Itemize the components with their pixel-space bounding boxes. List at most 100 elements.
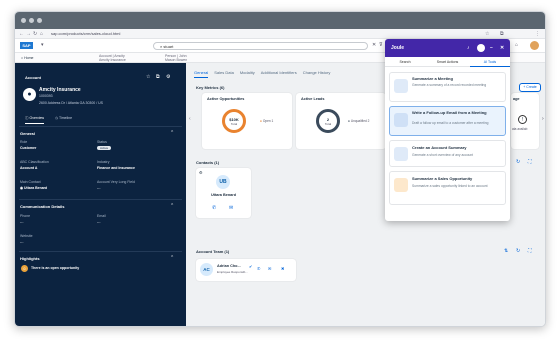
info-icon: ! [518, 115, 527, 124]
back-icon[interactable]: ← [19, 31, 24, 37]
active-opportunities-card[interactable]: Active Opportunities $10K Total ● Open 1 [202, 93, 292, 149]
browser-window: ← → ↻ ⌂ sap.com/products/crm/sales-cloud… [14, 11, 546, 327]
tab-overview[interactable]: ⓘ Overview [25, 116, 45, 124]
forward-icon[interactable]: → [26, 31, 31, 37]
scroll-right-icon[interactable]: › [542, 116, 544, 122]
collapse-communication-icon[interactable]: ⌃ [170, 203, 174, 209]
highlight-item[interactable]: There is an open opportunity [31, 266, 79, 270]
ai-tool-title: Write a Follow-up Email from a Meeting [412, 110, 487, 115]
account-address[interactable]: 2600 Address Dr / Atlanta GA 30300 / US [39, 101, 103, 105]
phone-value: --- [20, 220, 24, 224]
main-contact-label: Main Contact [20, 180, 41, 184]
ai-tool-card[interactable]: Summarize a Sales Opportunity Summarize … [389, 171, 506, 205]
menu-icon[interactable]: ⋮ [535, 31, 540, 37]
ai-tool-card[interactable]: Summarize a Meeting Generate a summary o… [389, 72, 506, 102]
long-field-label: Account Very Long Field [97, 180, 135, 184]
partial-card-title: age [513, 97, 520, 101]
create-button[interactable]: + Create [519, 83, 541, 92]
menu-grid-icon[interactable]: ▾ [41, 42, 44, 48]
account-avatar: ● [23, 88, 36, 101]
joule-avatar[interactable] [477, 44, 485, 52]
tab-change-history[interactable]: Change History [303, 70, 331, 77]
maximize-dot[interactable] [37, 18, 42, 23]
minimize-icon[interactable]: − [490, 45, 493, 51]
bookmark-icon[interactable]: ☆ [485, 31, 489, 37]
phone-icon[interactable]: ✆ [257, 266, 260, 272]
notifications-icon[interactable]: ⌂ [515, 42, 518, 48]
joule-tab-ai-tools[interactable]: AI Tools [470, 60, 510, 67]
minimize-dot[interactable] [29, 18, 34, 23]
meeting-summary-icon [394, 79, 408, 93]
opportunity-summary-icon [394, 178, 408, 192]
email-draft-icon [394, 113, 408, 127]
general-section-title: General [20, 131, 35, 136]
home-icon[interactable]: ⌂ [40, 31, 43, 37]
opp-card-title: Active Opportunities [207, 97, 245, 101]
close-icon[interactable]: ✕ [500, 45, 504, 51]
collapse-general-icon[interactable]: ⌃ [170, 130, 174, 136]
joule-tab-search[interactable]: Search [385, 60, 425, 64]
scroll-left-icon[interactable]: ‹ [189, 116, 191, 122]
phone-icon[interactable]: ✆ [212, 205, 216, 211]
joule-tab-smart-actions[interactable]: Smart Actions [425, 60, 470, 64]
tab-sales-data[interactable]: Sales Data [214, 70, 234, 77]
expand-team-icon[interactable]: ⛶ [528, 248, 532, 254]
favorite-icon[interactable]: ☆ [146, 74, 150, 80]
contact-card[interactable]: ⚙ UB Uttara Benard ✆ ✉ [196, 168, 251, 218]
tab-person[interactable]: Person | John Mason Bowen [165, 54, 187, 62]
bell-icon[interactable]: ♪ [467, 45, 470, 51]
joule-tabs: Search Smart Actions AI Tools [385, 57, 510, 67]
global-search-input[interactable]: ⌕ stuart [153, 42, 368, 50]
collapse-highlights-icon[interactable]: ⌃ [170, 255, 174, 261]
highlights-section-title: Highlights [20, 256, 40, 261]
refresh-contacts-icon[interactable]: ↻ [516, 159, 520, 165]
user-avatar[interactable] [530, 41, 539, 50]
team-member-card[interactable]: AC Adrian Cho... Employee Responsib... ✔… [196, 259, 296, 281]
team-member-role: Employee Responsib... [217, 270, 248, 274]
leads-donut: 2 Total [316, 109, 340, 133]
tab-modality[interactable]: Modality [240, 70, 255, 77]
opp-sub: Total [230, 122, 238, 126]
contact-star-icon[interactable]: ⚙ [199, 170, 203, 176]
main-contact-value[interactable]: ◉ Uttara Benard [20, 186, 47, 190]
tab-additional-identifiers[interactable]: Additional Identifiers [261, 70, 297, 77]
tab-timeline[interactable]: ◷ Timeline [55, 116, 72, 120]
status-badge: Active [97, 146, 112, 150]
refresh-team-icon[interactable]: ↻ [516, 248, 520, 254]
remove-icon[interactable]: ✖ [281, 266, 284, 272]
active-leads-card[interactable]: Active Leads 2 Total ● Unqualified 2 [296, 93, 386, 149]
mail-icon[interactable]: ✉ [229, 205, 233, 211]
opp-legend-text: Open 1 [262, 119, 274, 123]
tab-account[interactable]: Account | Amcity Amcity Insurance [99, 54, 126, 62]
add-team-icon[interactable]: ⇅ [504, 248, 508, 254]
industry-value: Finance and Insurance [97, 166, 135, 170]
ai-tool-card[interactable]: Write a Follow-up Email from a Meeting D… [389, 106, 506, 136]
settings-icon[interactable]: ⚙ [166, 74, 170, 80]
no-data-text: ata availab [512, 127, 528, 131]
data-card-partial[interactable]: age ! ata availab [511, 93, 539, 149]
mail-icon[interactable]: ✉ [268, 266, 271, 272]
contact-avatar: UB [216, 175, 230, 189]
joule-panel: Joule ♪ − ✕ Search Smart Actions AI Tool… [385, 39, 510, 221]
abc-label: ABC Classification [20, 160, 49, 164]
filter-icon[interactable]: ⊽ [379, 42, 383, 48]
reload-icon[interactable]: ↻ [33, 31, 37, 37]
account-name: Amcity Insurance [39, 87, 81, 93]
role-label: Role [20, 140, 28, 144]
tab-general[interactable]: General [194, 70, 209, 78]
ai-tool-title: Summarize a Meeting [412, 76, 453, 81]
open-icon[interactable]: ⧉ [156, 74, 160, 80]
divider [19, 251, 182, 252]
tab-account-name: Amcity Insurance [99, 58, 126, 62]
expand-contacts-icon[interactable]: ⛶ [528, 159, 532, 165]
sap-logo[interactable]: SAP [20, 42, 33, 49]
tab-person-name: Mason Bowen [165, 58, 188, 62]
extensions-icon[interactable]: ⧉ [500, 31, 504, 37]
abc-value: Account A [20, 166, 38, 170]
title-bar [15, 12, 545, 29]
home-tab[interactable]: ⌂ Home [21, 56, 33, 60]
close-dot[interactable] [21, 18, 26, 23]
url-field[interactable]: sap.com/products/crm/sales-cloud.html [51, 31, 120, 36]
clear-search-icon[interactable]: ✕ [372, 42, 376, 48]
ai-tool-card[interactable]: Create an Account Summary Generate a sho… [389, 140, 506, 167]
